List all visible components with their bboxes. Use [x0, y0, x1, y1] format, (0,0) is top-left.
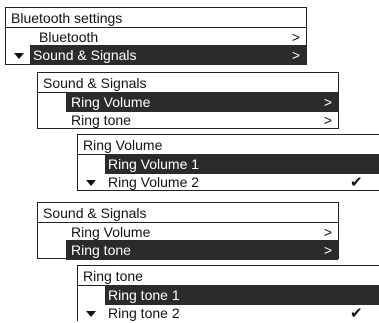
ring-tone-title: Ring tone	[83, 268, 143, 284]
chevron-right-icon: >	[323, 242, 332, 258]
panel-title: Sound & Signals	[38, 203, 338, 223]
option-label: Ring tone 1	[108, 287, 180, 303]
sound-signals-panel-2: Sound & Signals Ring Volume > Ring tone …	[37, 202, 339, 260]
chevron-right-icon: >	[291, 47, 300, 63]
ring-tone-panel: Ring tone Ring tone 1 Ring tone 2 ✔	[77, 265, 379, 323]
panel-title: Ring Volume	[78, 135, 379, 155]
caret-down-icon	[86, 311, 96, 317]
menu-item-label: Ring tone	[71, 112, 131, 128]
option-label: Ring Volume 1	[108, 156, 200, 172]
checkmark-icon: ✔	[350, 173, 363, 191]
menu-item-label: Ring Volume	[71, 224, 151, 240]
option-ring-volume-1[interactable]: Ring Volume 1	[78, 154, 379, 174]
bluetooth-settings-panel: Bluetooth settings Bluetooth > Sound & S…	[5, 7, 307, 65]
menu-item-label: Sound & Signals	[33, 47, 137, 63]
menu-item-ring-volume[interactable]: Ring Volume >	[38, 222, 338, 242]
option-label: Ring tone 2	[108, 305, 180, 321]
sound-signals-title: Sound & Signals	[43, 205, 147, 221]
chevron-right-icon: >	[323, 94, 332, 110]
menu-item-bluetooth[interactable]: Bluetooth >	[6, 27, 306, 47]
menu-item-ring-tone[interactable]: Ring tone >	[38, 240, 338, 260]
chevron-right-icon: >	[323, 224, 332, 240]
option-ring-tone-1[interactable]: Ring tone 1	[78, 285, 379, 305]
caret-down-icon	[14, 53, 24, 59]
menu-item-label: Ring Volume	[71, 94, 151, 110]
chevron-right-icon: >	[291, 29, 300, 45]
panel-title: Sound & Signals	[38, 73, 338, 93]
sound-signals-panel: Sound & Signals Ring Volume > Ring tone …	[37, 72, 339, 129]
option-ring-volume-2[interactable]: Ring Volume 2 ✔	[78, 172, 379, 192]
chevron-right-icon: >	[323, 112, 332, 128]
caret-down-icon	[86, 180, 96, 186]
sound-signals-title: Sound & Signals	[43, 75, 147, 91]
menu-item-ring-tone[interactable]: Ring tone >	[38, 110, 338, 130]
ring-volume-panel: Ring Volume Ring Volume 1 Ring Volume 2 …	[77, 134, 379, 191]
menu-item-sound-signals[interactable]: Sound & Signals >	[6, 45, 306, 65]
checkmark-icon: ✔	[350, 304, 363, 322]
menu-item-label: Bluetooth	[39, 29, 99, 45]
menu-item-label: Ring tone	[71, 242, 131, 258]
panel-title: Bluetooth settings	[6, 8, 306, 28]
bluetooth-settings-title: Bluetooth settings	[11, 10, 123, 26]
option-label: Ring Volume 2	[108, 174, 200, 190]
panel-title: Ring tone	[78, 266, 379, 286]
menu-item-ring-volume[interactable]: Ring Volume >	[38, 92, 338, 112]
ring-volume-title: Ring Volume	[83, 137, 163, 153]
option-ring-tone-2[interactable]: Ring tone 2 ✔	[78, 303, 379, 323]
